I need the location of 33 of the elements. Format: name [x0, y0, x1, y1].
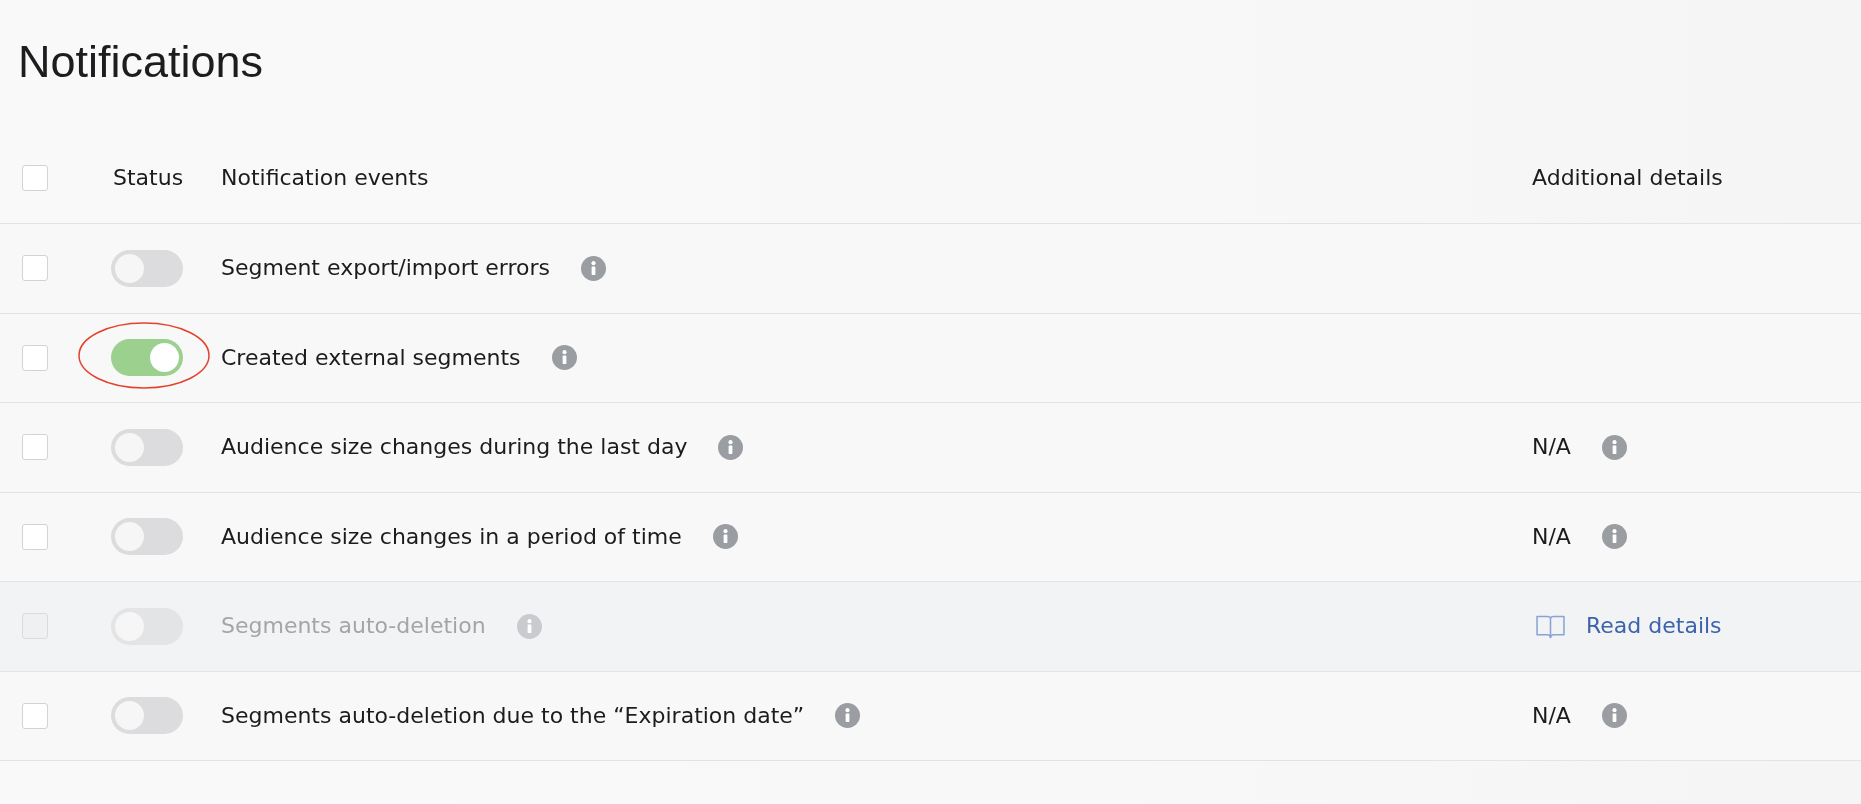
info-icon[interactable] — [712, 524, 738, 550]
column-header: Notification events — [221, 164, 429, 192]
status-toggle[interactable] — [111, 249, 183, 287]
event-name: Audience size changes during the last day — [221, 433, 688, 462]
info-icon[interactable] — [581, 255, 607, 281]
details-text: N/A — [1532, 522, 1571, 551]
status-toggle[interactable] — [111, 697, 183, 735]
column-header: Status — [113, 164, 184, 192]
status-toggle[interactable] — [111, 428, 183, 466]
page-title: Notifications — [17, 35, 264, 89]
event-name: Segments auto-deletion due to the “Expiration date” — [221, 701, 805, 730]
info-icon[interactable] — [1601, 703, 1627, 729]
book-icon — [1536, 613, 1565, 639]
details-text: N/A — [1532, 433, 1571, 462]
status-toggle[interactable] — [111, 518, 183, 556]
details-text: N/A — [1532, 701, 1571, 730]
row-checkbox[interactable] — [22, 523, 48, 550]
row-checkbox[interactable] — [22, 344, 48, 371]
row-checkbox[interactable] — [22, 255, 48, 282]
status-toggle[interactable] — [111, 339, 183, 377]
row-checkbox[interactable] — [22, 702, 48, 729]
event-name: Segment export/import errors — [221, 254, 551, 283]
event-name: Created external segments — [221, 343, 521, 372]
info-icon[interactable] — [1601, 524, 1627, 550]
info-icon[interactable] — [835, 703, 861, 729]
event-name: Segments auto-deletion — [221, 612, 486, 641]
column-header: Additional details — [1532, 164, 1723, 192]
event-name: Audience size changes in a period of time — [221, 522, 682, 551]
select-all-checkbox[interactable] — [22, 165, 48, 191]
info-icon[interactable] — [1601, 434, 1627, 460]
row-checkbox[interactable] — [22, 434, 48, 461]
info-icon[interactable] — [718, 434, 744, 460]
info-icon[interactable] — [551, 345, 577, 371]
